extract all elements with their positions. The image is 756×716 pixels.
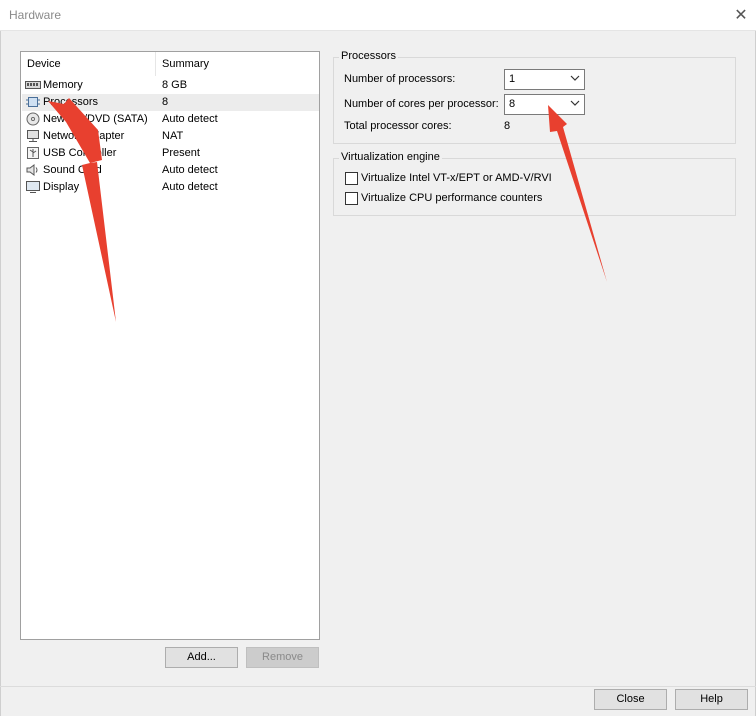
virtualize-vtx-label[interactable]: Virtualize Intel VT-x/EPT or AMD-V/RVI <box>361 172 552 184</box>
num-processors-label: Number of processors: <box>344 73 456 85</box>
device-summary: 8 <box>162 96 169 108</box>
processors-group: Processors Number of processors: 1 Numbe… <box>333 50 736 144</box>
total-cores-label: Total processor cores: <box>344 120 452 132</box>
device-list[interactable]: Device Summary Memory 8 GB Processors 8 … <box>20 51 320 640</box>
cd-dvd-icon <box>26 112 40 126</box>
device-row-usb[interactable]: USB Controller Present <box>22 145 319 162</box>
usb-icon <box>27 147 39 159</box>
device-row-cd-dvd[interactable]: New CD/DVD (SATA) Auto detect <box>22 111 319 128</box>
cores-per-processor-select[interactable]: 8 <box>504 94 585 115</box>
virtualization-group-label: Virtualization engine <box>339 151 442 163</box>
device-name: Network Adapter <box>43 130 125 142</box>
device-name: USB Controller <box>43 147 117 159</box>
processors-group-label: Processors <box>339 50 399 62</box>
virtualization-group: Virtualization engine Virtualize Intel V… <box>333 151 736 216</box>
cores-per-processor-value: 8 <box>509 98 516 110</box>
device-name: Sound Card <box>43 164 102 176</box>
column-header-device[interactable]: Device <box>21 52 155 76</box>
remove-device-button[interactable]: Remove <box>246 647 319 668</box>
column-header-summary[interactable]: Summary <box>156 52 316 76</box>
help-button[interactable]: Help <box>675 689 748 710</box>
device-name: Processors <box>43 96 99 108</box>
processor-icon <box>26 97 40 107</box>
memory-icon <box>25 81 41 89</box>
add-device-button[interactable]: Add... <box>165 647 238 668</box>
device-row-memory[interactable]: Memory 8 GB <box>22 77 319 94</box>
num-processors-value: 1 <box>509 73 516 85</box>
virtualize-vtx-checkbox[interactable] <box>345 172 358 185</box>
device-row-network[interactable]: Network Adapter NAT <box>22 128 319 145</box>
network-icon <box>27 130 39 142</box>
device-summary: Auto detect <box>162 164 218 176</box>
device-name: New CD/DVD (SATA) <box>43 113 148 125</box>
chevron-down-icon <box>570 100 580 106</box>
device-summary: Present <box>162 147 200 159</box>
num-processors-select[interactable]: 1 <box>504 69 585 90</box>
chevron-down-icon <box>570 75 580 81</box>
device-row-sound[interactable]: Sound Card Auto detect <box>22 162 319 179</box>
close-button[interactable]: Close <box>594 689 667 710</box>
device-summary: Auto detect <box>162 181 218 193</box>
total-cores-value: 8 <box>504 120 511 132</box>
device-name: Display <box>43 181 80 193</box>
virtualize-perf-counters-label[interactable]: Virtualize CPU performance counters <box>361 192 542 204</box>
device-summary: NAT <box>162 130 184 142</box>
title-bar: Hardware ✕ <box>0 0 756 31</box>
device-row-processors[interactable]: Processors 8 <box>22 94 319 111</box>
sound-icon <box>26 164 38 176</box>
virtualize-perf-counters-checkbox[interactable] <box>345 192 358 205</box>
device-row-display[interactable]: Display Auto detect <box>22 179 319 196</box>
cores-per-processor-label: Number of cores per processor: <box>344 98 499 110</box>
footer-divider <box>0 686 756 687</box>
close-window-icon[interactable]: ✕ <box>726 0 756 30</box>
display-icon <box>26 181 40 193</box>
device-summary: 8 GB <box>162 79 188 91</box>
device-summary: Auto detect <box>162 113 218 125</box>
window-title: Hardware <box>9 8 62 22</box>
device-name: Memory <box>43 79 83 91</box>
